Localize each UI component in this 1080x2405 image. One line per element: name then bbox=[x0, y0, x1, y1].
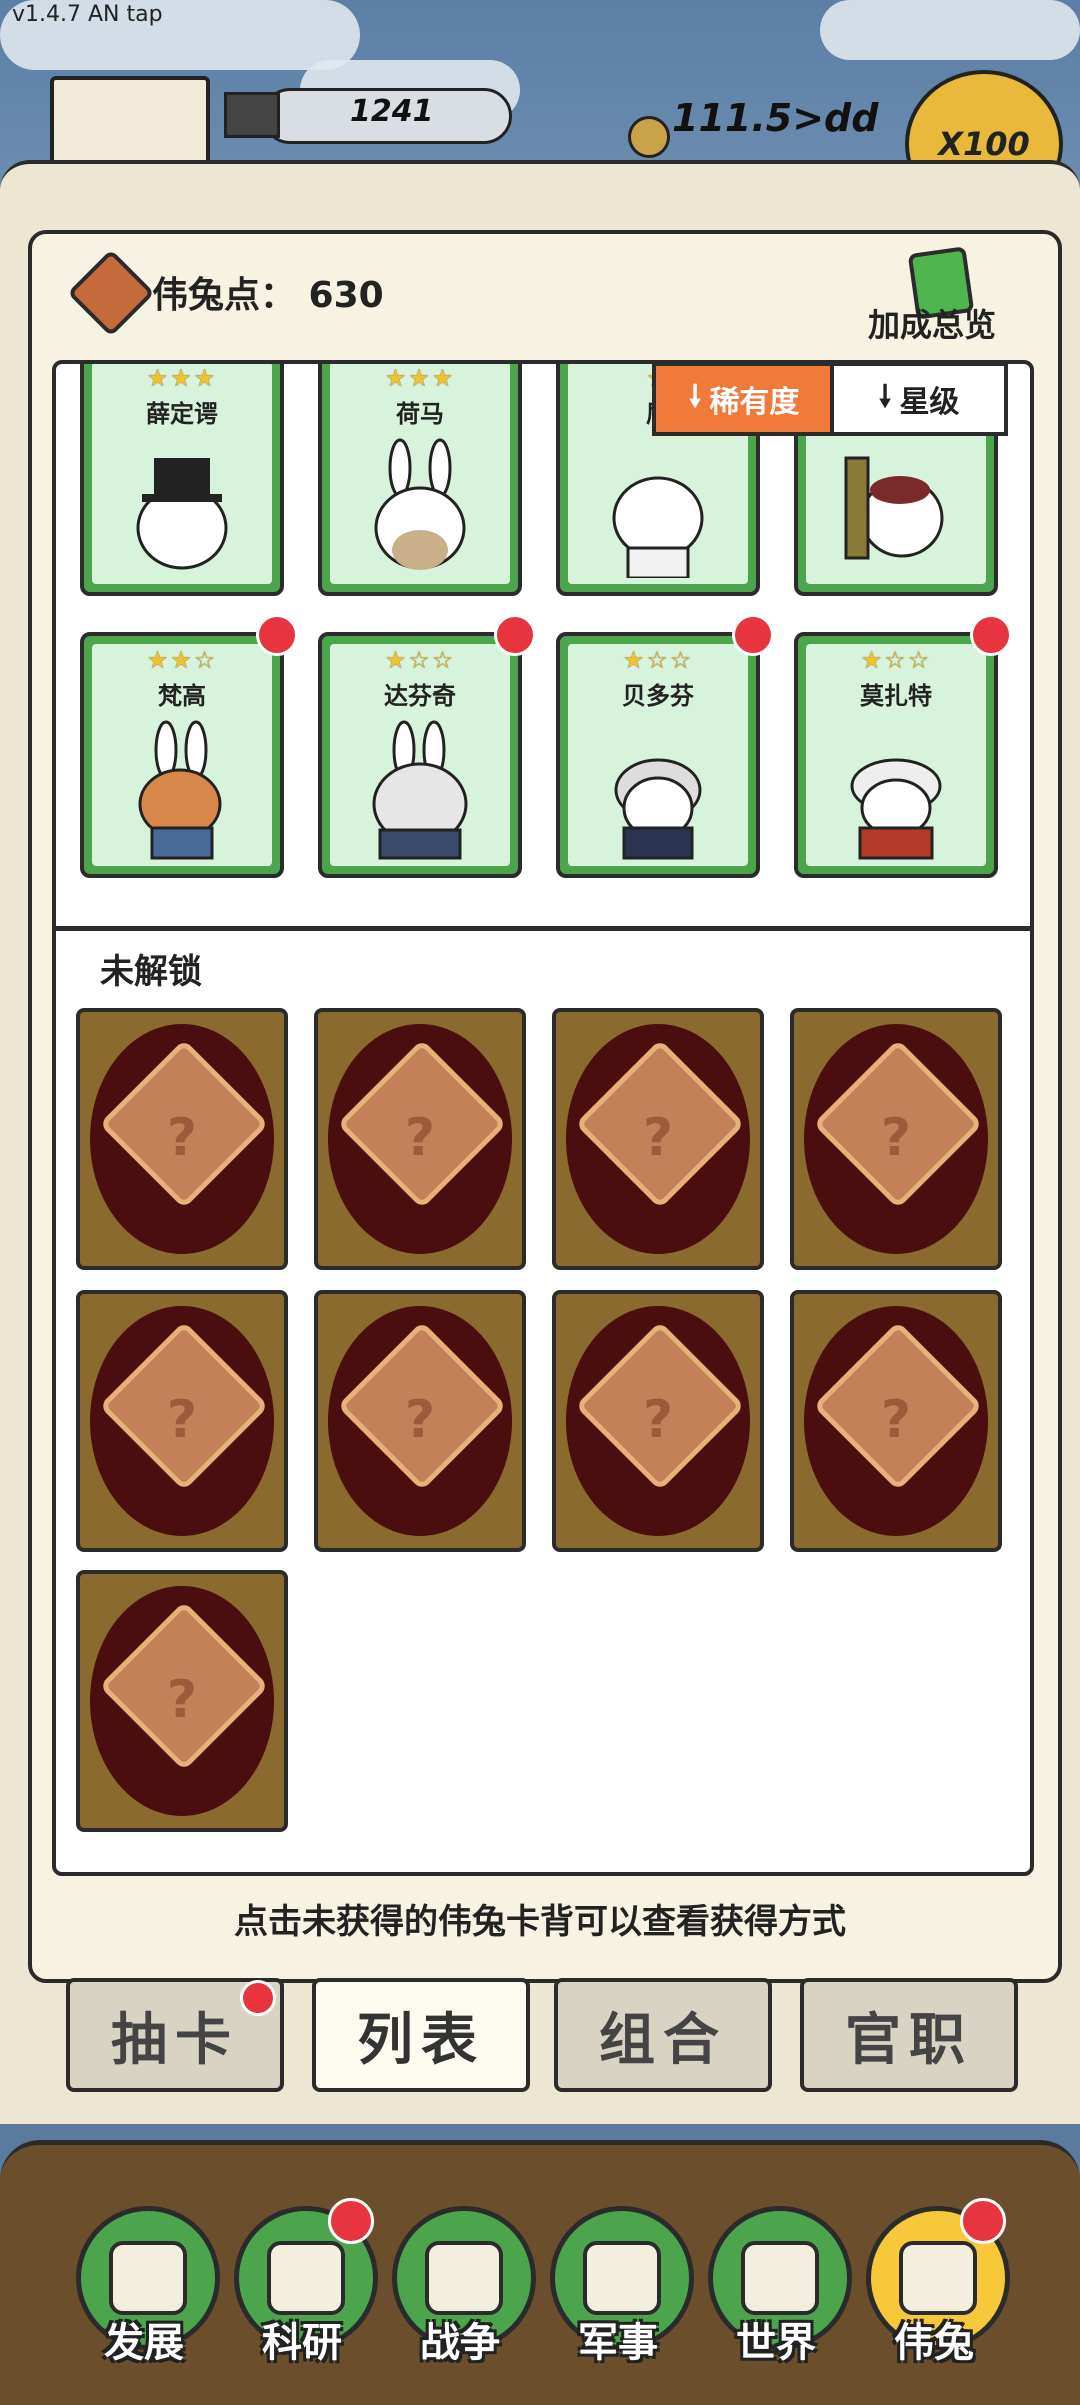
nav-label: 世界 bbox=[736, 2320, 816, 2366]
card-stars: ★☆☆ bbox=[384, 646, 456, 674]
owned-card[interactable]: ★☆☆ 达芬奇 bbox=[318, 632, 522, 878]
new-badge bbox=[494, 614, 536, 656]
locked-card[interactable]: ? bbox=[552, 1290, 764, 1552]
new-badge bbox=[256, 614, 298, 656]
tab-office[interactable]: 官职 bbox=[800, 1978, 1018, 2092]
arrow-up-icon bbox=[109, 2241, 187, 2315]
cloud bbox=[820, 0, 1080, 60]
bricks-icon bbox=[224, 92, 280, 138]
card-name: 达芬奇 bbox=[384, 682, 456, 710]
coin-value: 111.5>dd bbox=[672, 96, 879, 140]
bonus-overview-button[interactable]: 加成总览 bbox=[868, 300, 996, 346]
rabbit-portrait bbox=[138, 720, 222, 860]
arrow-down-icon: 🠗 bbox=[688, 378, 702, 414]
locked-card[interactable]: ? bbox=[76, 1570, 288, 1832]
rabbit-portrait bbox=[136, 458, 228, 570]
section-divider bbox=[56, 926, 1030, 931]
locked-card[interactable]: ? bbox=[76, 1008, 288, 1270]
tab-combo[interactable]: 组合 bbox=[554, 1978, 772, 2092]
owned-card[interactable]: ★★★ 荷马 bbox=[318, 364, 522, 596]
sort-star-button[interactable]: 🠗 星级 bbox=[830, 362, 1008, 436]
tab-list[interactable]: 列表 bbox=[312, 1978, 530, 2092]
card-stars: ★☆☆ bbox=[622, 646, 694, 674]
version-label: v1.4.7 AN tap bbox=[12, 2, 163, 27]
card-name: 贝多芬 bbox=[622, 682, 694, 710]
rabbit-points-label: 伟兔点： 630 bbox=[152, 275, 384, 316]
owned-card[interactable]: ★☆☆ 贝多芬 bbox=[556, 632, 760, 878]
locked-card[interactable]: ? bbox=[790, 1008, 1002, 1270]
rabbit-portrait bbox=[614, 758, 702, 860]
owned-card[interactable]: ★★☆ 梵高 bbox=[80, 632, 284, 878]
nav-label: 军事 bbox=[578, 2320, 658, 2366]
card-stars: ★★★ bbox=[146, 364, 218, 392]
rabbit-portrait bbox=[844, 456, 944, 560]
coin-icon bbox=[628, 116, 670, 158]
new-badge bbox=[328, 2198, 374, 2244]
card-name: 荷马 bbox=[396, 400, 444, 428]
nav-label: 战争 bbox=[420, 2320, 500, 2366]
rabbit-portrait bbox=[372, 720, 468, 860]
nav-label: 发展 bbox=[104, 2320, 184, 2366]
card-stars: ★★★ bbox=[384, 364, 456, 392]
locked-section-title: 未解锁 bbox=[100, 952, 202, 992]
helmet-icon bbox=[583, 2241, 661, 2315]
locked-card[interactable]: ? bbox=[76, 1290, 288, 1552]
card-stars: ★★☆ bbox=[146, 646, 218, 674]
card-name: 薛定谔 bbox=[146, 400, 218, 428]
card-stars: ★☆☆ bbox=[860, 646, 932, 674]
nav-label: 科研 bbox=[262, 2320, 342, 2366]
sort-rarity-label: 稀有度 bbox=[709, 385, 800, 420]
locked-card[interactable]: ? bbox=[314, 1008, 526, 1270]
rabbit-portrait bbox=[612, 476, 704, 578]
new-badge bbox=[732, 614, 774, 656]
new-badge bbox=[960, 2198, 1006, 2244]
locked-card[interactable]: ? bbox=[790, 1290, 1002, 1552]
arrow-down-icon: 🠗 bbox=[878, 378, 892, 414]
owned-card[interactable]: ★★★ 薛定谔 bbox=[80, 364, 284, 596]
locked-card[interactable]: ? bbox=[552, 1008, 764, 1270]
resource-value: 1241 bbox=[350, 94, 434, 129]
rabbit-card-icon bbox=[899, 2241, 977, 2315]
card-name: 莫扎特 bbox=[860, 682, 932, 710]
rabbit-portrait bbox=[374, 438, 466, 570]
nav-label: 伟兔 bbox=[894, 2320, 974, 2366]
flask-icon bbox=[267, 2241, 345, 2315]
new-badge bbox=[240, 1980, 276, 2016]
sort-rarity-button[interactable]: 🠗 稀有度 bbox=[652, 362, 836, 436]
card-name: 梵高 bbox=[158, 682, 206, 710]
hint-text: 点击未获得的伟兔卡背可以查看获得方式 bbox=[234, 1902, 846, 1942]
sort-star-label: 星级 bbox=[899, 385, 960, 420]
crossed-swords-icon bbox=[425, 2241, 503, 2315]
owned-card[interactable]: ★☆☆ 莫扎特 bbox=[794, 632, 998, 878]
locked-card[interactable]: ? bbox=[314, 1290, 526, 1552]
rabbit-portrait bbox=[850, 758, 942, 860]
globe-icon bbox=[741, 2241, 819, 2315]
new-badge bbox=[970, 614, 1012, 656]
